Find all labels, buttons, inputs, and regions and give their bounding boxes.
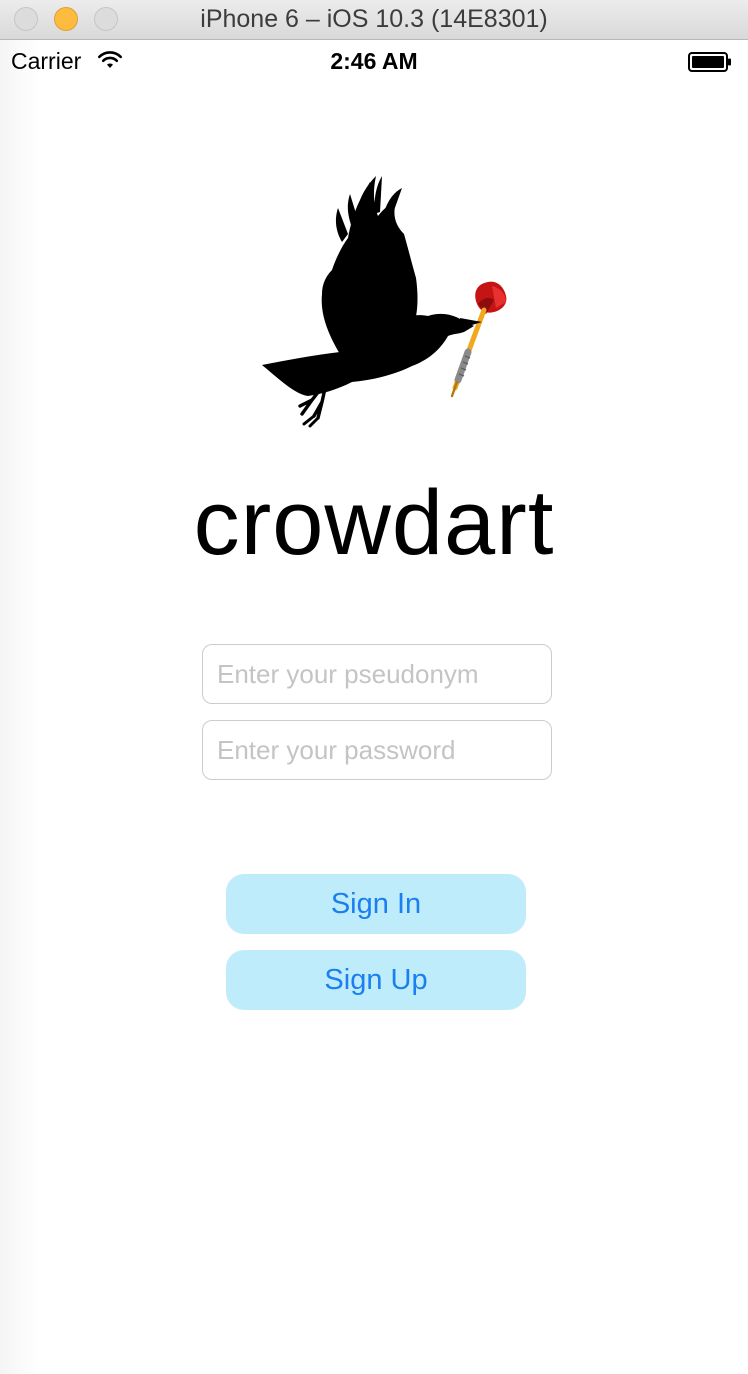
battery-icon (688, 52, 731, 72)
pseudonym-input[interactable] (202, 644, 552, 704)
window-titlebar: iPhone 6 – iOS 10.3 (14E8301) (0, 0, 748, 40)
simulator-window: iPhone 6 – iOS 10.3 (14E8301) Carrier 2:… (0, 0, 748, 1374)
crow-with-dart-logo (262, 176, 507, 428)
window-title: iPhone 6 – iOS 10.3 (14E8301) (200, 5, 548, 33)
sign-in-button[interactable]: Sign In (226, 874, 526, 934)
sign-up-button[interactable]: Sign Up (226, 950, 526, 1010)
status-bar: Carrier 2:46 AM (0, 40, 748, 80)
ios-screen: Carrier 2:46 AM crowdart Enter your pseu… (0, 40, 748, 1374)
password-input[interactable] (202, 720, 552, 780)
status-time: 2:46 AM (330, 48, 418, 74)
app-title: crowdart (193, 472, 555, 574)
